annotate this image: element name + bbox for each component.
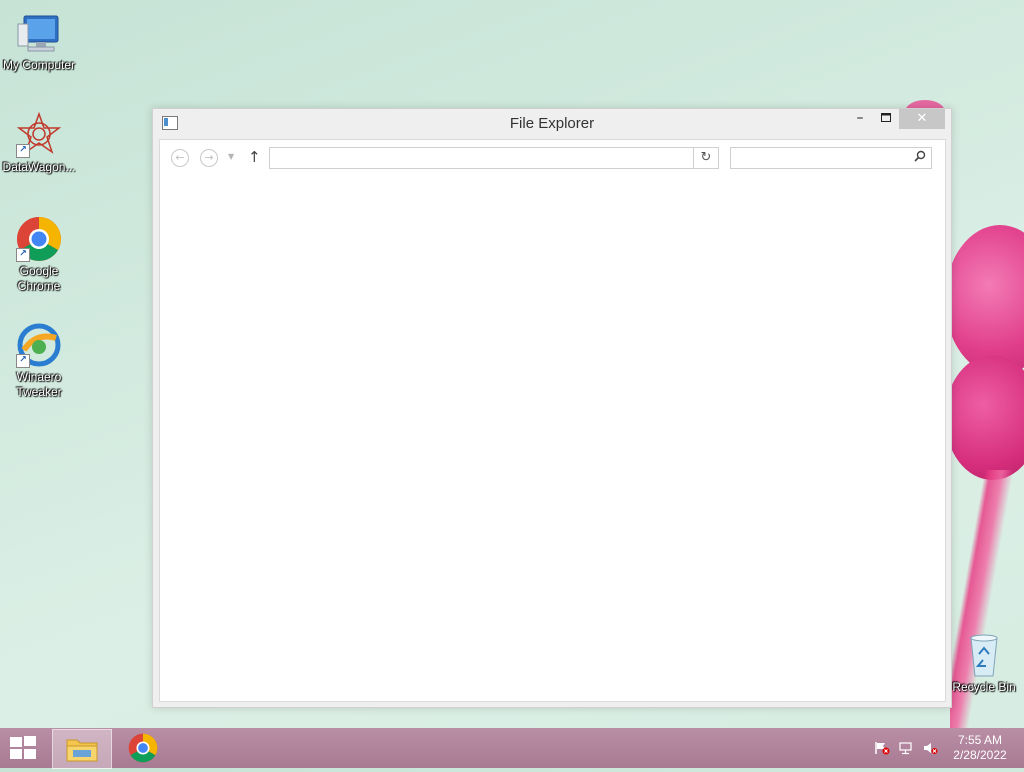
datawagon-icon: ↗ (16, 111, 62, 158)
shortcut-arrow-icon: ↗ (16, 248, 30, 262)
refresh-button[interactable]: ↻ (693, 147, 719, 169)
computer-icon (16, 10, 62, 56)
chrome-icon (128, 733, 158, 763)
address-input[interactable] (270, 150, 678, 168)
explorer-content[interactable]: ← → ▼ ↑ ⌵ ↻ (159, 139, 946, 702)
desktop-icon-my-computer[interactable]: My Computer (0, 10, 78, 73)
recent-locations-dropdown[interactable]: ▼ (228, 149, 234, 165)
desktop-icon-google-chrome[interactable]: ↗ Google Chrome (0, 216, 78, 294)
arrow-up-icon: ↑ (248, 148, 261, 166)
navigation-bar: ← → ▼ ↑ ⌵ ↻ (160, 140, 945, 176)
arrow-left-icon: ← (175, 151, 185, 164)
maximize-icon (881, 113, 891, 122)
desktop-icon-winaero-tweaker[interactable]: ↗ Winaero Tweaker (0, 322, 78, 400)
action-center-flag-icon[interactable] (874, 741, 890, 755)
volume-muted-icon[interactable] (922, 741, 938, 755)
back-button[interactable]: ← (171, 149, 189, 167)
refresh-icon: ↻ (700, 150, 712, 165)
start-button[interactable] (10, 736, 38, 760)
winaero-tweaker-icon: ↗ (16, 322, 62, 368)
taskbar: 7:55 AM 2/28/2022 (0, 728, 1024, 769)
desktop-icon-recycle-bin[interactable]: Recycle Bin (944, 632, 1024, 695)
shortcut-arrow-icon: ↗ (16, 354, 30, 368)
recycle-bin-icon (961, 632, 1007, 678)
clock-time: 7:55 AM (957, 733, 1003, 747)
clock-date: 2/28/2022 (953, 748, 1007, 762)
arrow-right-icon: → (204, 151, 214, 164)
forward-button[interactable]: → (200, 149, 218, 167)
close-button[interactable]: ✕ (899, 109, 945, 129)
up-button[interactable]: ↑ (248, 148, 261, 166)
flower-bloom (945, 355, 1024, 480)
window-titlebar[interactable]: File Explorer – ✕ (153, 109, 951, 139)
search-icon[interactable] (914, 149, 926, 167)
minimize-button[interactable]: – (847, 109, 873, 129)
file-explorer-window[interactable]: File Explorer – ✕ ← → ▼ ↑ ⌵ (152, 108, 952, 708)
search-input[interactable] (731, 150, 909, 168)
desktop-icon-label: Winaero Tweaker (16, 370, 62, 399)
window-title: File Explorer (509, 115, 595, 132)
taskbar-google-chrome[interactable] (114, 729, 172, 767)
taskbar-file-explorer[interactable] (52, 729, 112, 769)
system-clock[interactable]: 7:55 AM 2/28/2022 (940, 733, 1020, 763)
desktop-icon-datawagon[interactable]: ↗ DataWagon... (0, 111, 78, 175)
shortcut-arrow-icon: ↗ (16, 144, 30, 158)
network-icon[interactable] (898, 741, 914, 755)
maximize-button[interactable] (873, 109, 899, 129)
flower-bloom (945, 225, 1024, 375)
search-box[interactable] (730, 147, 932, 169)
chrome-icon: ↗ (16, 216, 62, 262)
desktop-icon-label: Google Chrome (17, 264, 61, 293)
folder-icon (66, 739, 98, 762)
desktop-icon-label: Recycle Bin (952, 680, 1016, 694)
desktop-icon-label: My Computer (2, 58, 76, 72)
desktop-icon-label: DataWagon... (2, 160, 76, 174)
address-bar[interactable]: ⌵ (269, 147, 810, 170)
